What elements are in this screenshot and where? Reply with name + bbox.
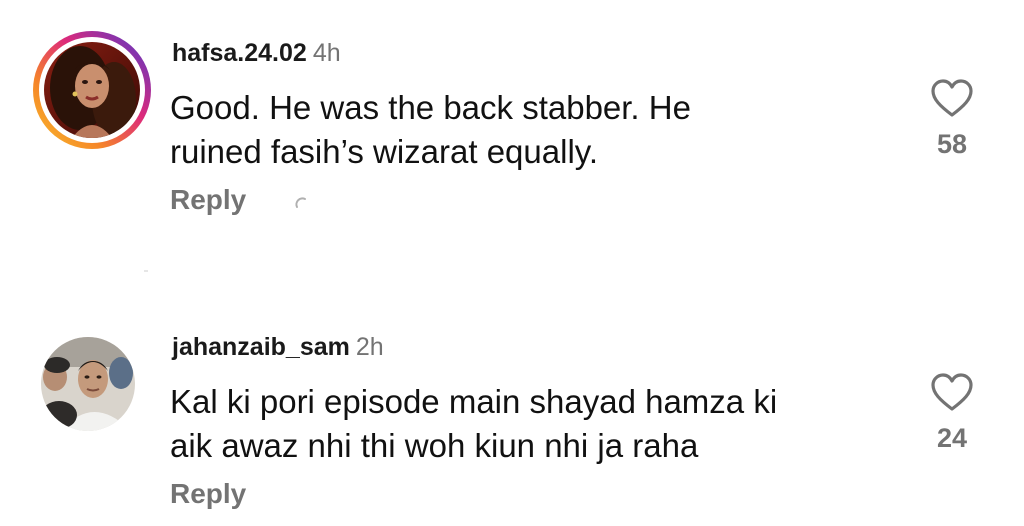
spinner-icon: [295, 197, 306, 208]
comment-header: hafsa.24.02 4h: [172, 38, 341, 68]
avatar[interactable]: [41, 337, 135, 431]
heart-outline-icon[interactable]: [930, 372, 974, 412]
comment-text-line: ruined fasih’s wizarat equally.: [170, 133, 599, 170]
like-count: 24: [936, 423, 968, 453]
comment-item: hafsa.24.02 4h Good. He was the back stab…: [0, 0, 1024, 280]
comment-text-line: Kal ki pori episode main shayad hamza ki: [170, 383, 778, 420]
comment-text-line: aik awaz nhi thi woh kiun nhi ja raha: [170, 427, 699, 464]
timestamp: 2h: [355, 333, 384, 361]
comment-header: jahanzaib_sam 2h: [172, 332, 384, 362]
like-control: 24: [924, 372, 980, 454]
man-portrait-image: [41, 337, 135, 431]
comment-text: Good. He was the back stabber. He ruined…: [170, 86, 890, 174]
comment-text-line: Good. He was the back stabber. He: [170, 89, 691, 126]
avatar[interactable]: [44, 42, 140, 138]
reply-button[interactable]: Reply: [170, 477, 246, 511]
heart-outline-icon[interactable]: [930, 78, 974, 118]
woman-portrait-image: [44, 42, 140, 138]
divider: [144, 270, 148, 272]
timestamp: 4h: [312, 39, 341, 67]
like-count: 58: [936, 129, 968, 159]
comment-text: Kal ki pori episode main shayad hamza ki…: [170, 380, 890, 468]
avatar-story-ring[interactable]: [33, 31, 151, 149]
like-control: 58: [924, 78, 980, 160]
username[interactable]: jahanzaib_sam: [172, 333, 350, 361]
username[interactable]: hafsa.24.02: [172, 39, 307, 67]
reply-button[interactable]: Reply: [170, 183, 246, 217]
comment-item: jahanzaib_sam 2h Kal ki pori episode main…: [0, 300, 1024, 526]
